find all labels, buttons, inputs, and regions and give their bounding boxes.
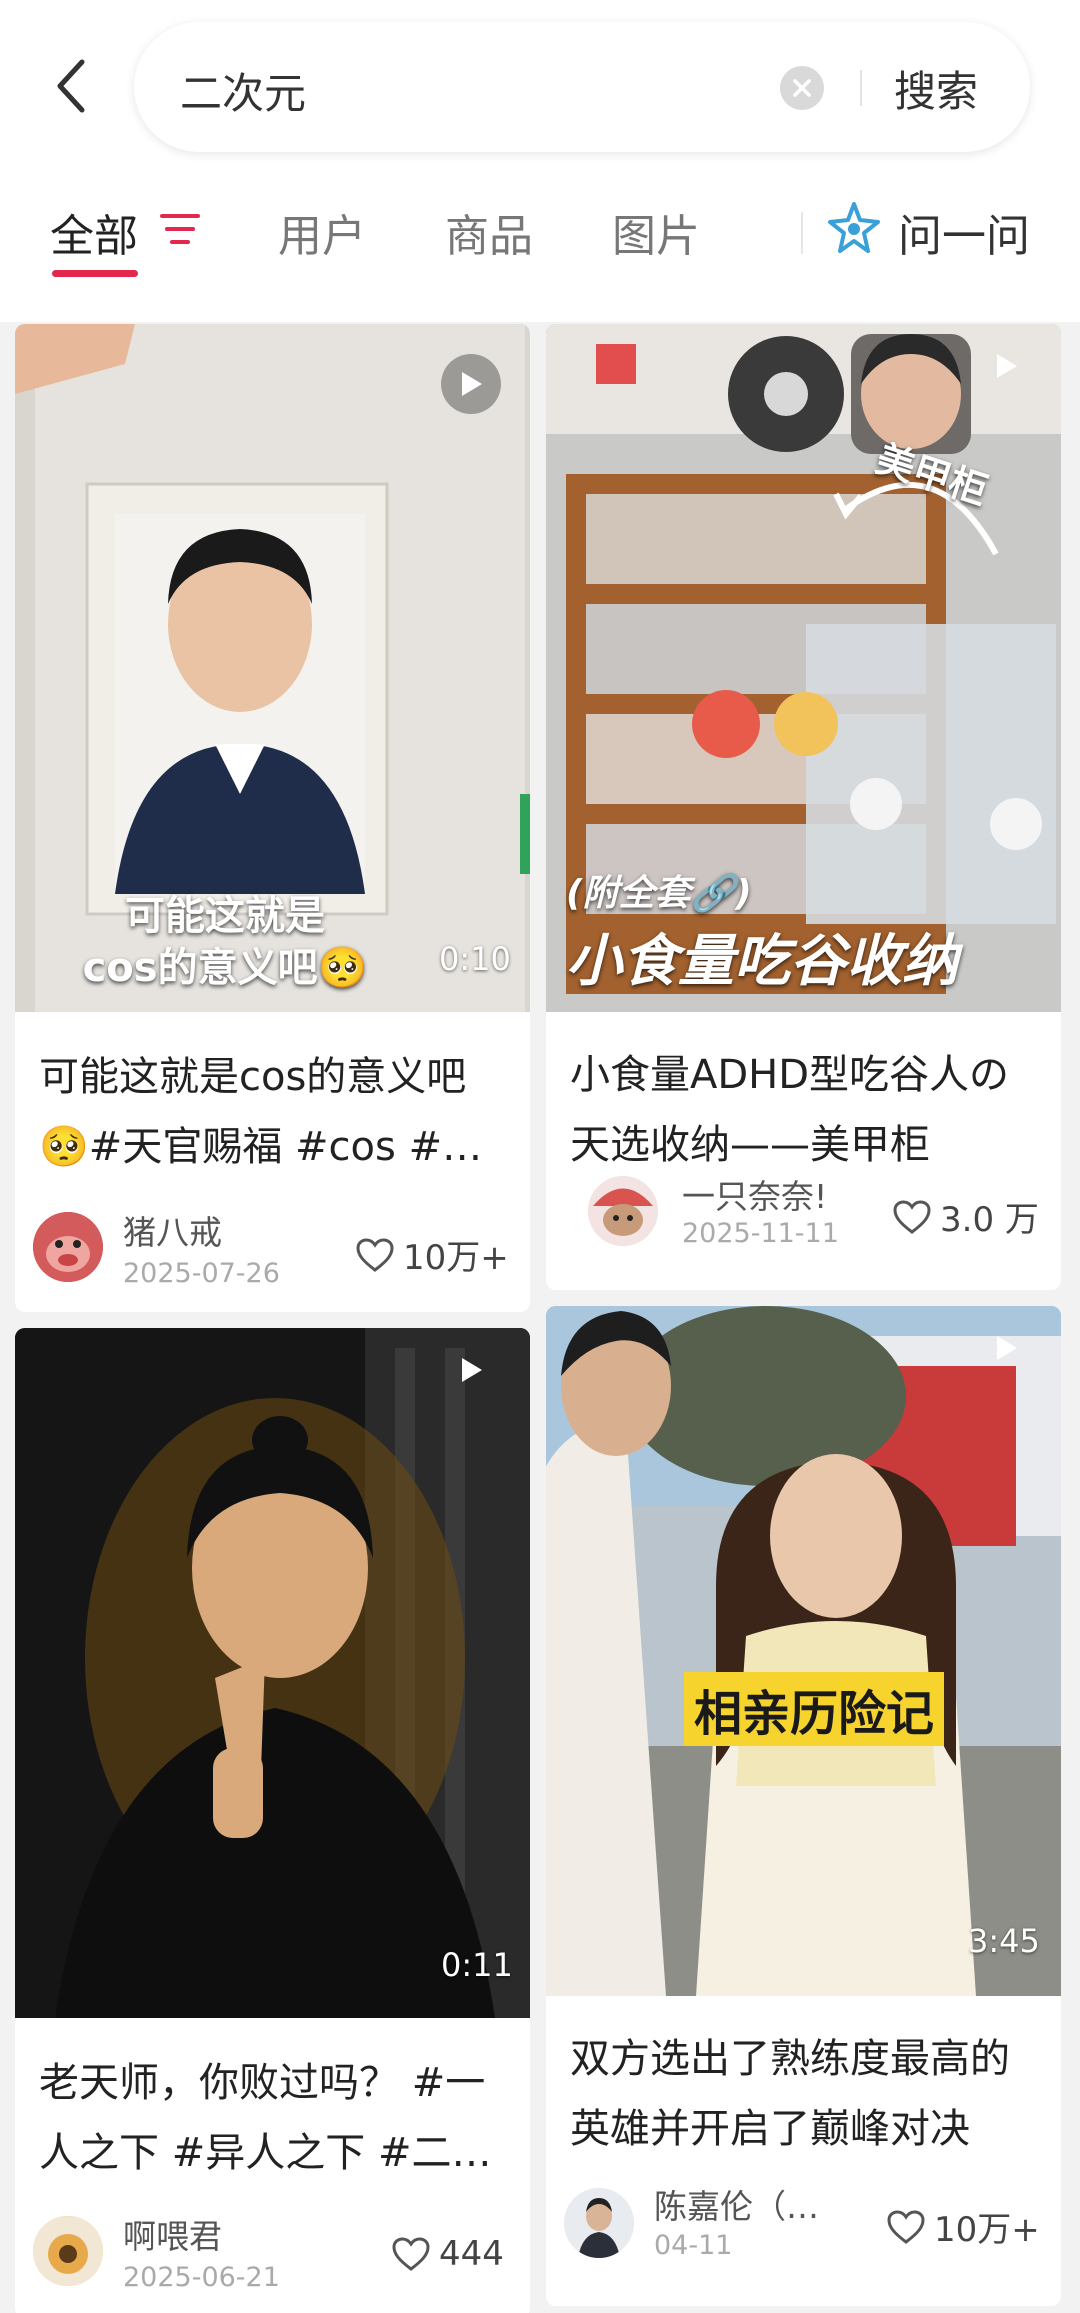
thumbnail-image xyxy=(15,1328,530,2018)
play-button[interactable] xyxy=(976,1318,1036,1378)
result-card[interactable]: 美甲柜 (附全套🔗) 小食量吃谷收纳 小食量ADHD型吃谷人の天选收纳——美甲柜… xyxy=(546,324,1061,1290)
like-count[interactable]: 10万+ xyxy=(355,1230,509,1279)
author-name[interactable]: 猪八戒 xyxy=(123,1206,283,1254)
tab-images[interactable]: 图片 xyxy=(612,200,700,264)
ask-ai-label[interactable]: 问一问 xyxy=(898,200,1030,264)
video-thumbnail[interactable]: 相亲历险记 3:45 xyxy=(546,1306,1061,1996)
chevron-left-icon xyxy=(57,59,85,113)
play-icon xyxy=(462,372,482,396)
video-thumbnail[interactable]: 可能这就是 cos的意义吧🥺 0:10 xyxy=(15,324,530,1012)
like-count-value: 10万+ xyxy=(934,2210,1040,2250)
heart-icon xyxy=(356,1237,394,1272)
play-icon xyxy=(462,1358,482,1382)
card-title[interactable]: 双方选出了熟练度最高的英雄并开启了巅峰对决 xyxy=(570,2024,1046,2164)
post-date: 2025-06-21 xyxy=(123,2262,280,2293)
thumbnail-image xyxy=(546,1306,1061,1996)
heart-icon xyxy=(887,2209,925,2244)
card-title[interactable]: 小食量ADHD型吃谷人の天选收纳——美甲柜 xyxy=(570,1040,1046,1180)
avatar-image xyxy=(33,2216,103,2286)
avatar[interactable] xyxy=(564,2188,634,2258)
ask-ai-icon[interactable] xyxy=(826,200,882,256)
video-caption-line1: 可能这就是 xyxy=(125,893,325,939)
tab-all[interactable]: 全部 xyxy=(50,200,138,264)
video-caption-line2: cos的意义吧🥺 xyxy=(82,945,368,991)
video-thumbnail[interactable]: 0:11 xyxy=(15,1328,530,2018)
author-name[interactable]: 陈嘉伦（… xyxy=(654,2180,844,2228)
video-duration: 0:10 xyxy=(439,940,511,978)
search-button[interactable]: 搜索 xyxy=(894,58,978,119)
overlay-title: 小食量吃谷收纳 xyxy=(566,929,958,994)
search-query[interactable]: 二次元 xyxy=(180,60,306,121)
heart-icon xyxy=(392,2237,430,2271)
like-count[interactable]: 10万+ xyxy=(886,2202,1040,2251)
result-card[interactable]: 0:11 老天师，你败过吗？ #一人之下 #异人之下 #二次元 啊喂君 2025… xyxy=(15,1328,530,2313)
play-icon xyxy=(997,1336,1017,1360)
tab-active-indicator xyxy=(52,270,138,277)
post-date: 04-11 xyxy=(654,2230,733,2261)
avatar-image xyxy=(33,1212,103,1282)
tab-products[interactable]: 商品 xyxy=(445,200,533,264)
heart-icon xyxy=(893,1199,931,1234)
card-title[interactable]: 老天师，你败过吗？ #一人之下 #异人之下 #二次元 xyxy=(39,2048,515,2188)
avatar-image xyxy=(588,1176,658,1246)
clear-button[interactable] xyxy=(780,66,824,110)
avatar[interactable] xyxy=(33,2216,103,2286)
tab-users[interactable]: 用户 xyxy=(278,200,366,264)
back-button[interactable] xyxy=(40,50,100,122)
tab-separator xyxy=(801,212,803,254)
like-count[interactable]: 444 xyxy=(391,2234,504,2274)
like-count[interactable]: 3.0 万 xyxy=(892,1192,1039,1241)
video-thumbnail[interactable]: 美甲柜 (附全套🔗) 小食量吃谷收纳 xyxy=(546,324,1061,1012)
post-date: 2025-07-26 xyxy=(123,1258,280,1289)
search-input[interactable]: 二次元 搜索 xyxy=(134,22,1030,152)
play-button[interactable] xyxy=(976,336,1036,396)
overlay-subtitle: (附全套🔗) xyxy=(566,873,752,914)
like-count-value: 10万+ xyxy=(403,1238,509,1278)
result-card[interactable]: 可能这就是 cos的意义吧🥺 0:10 可能这就是cos的意义吧🥺#天官赐福 #… xyxy=(15,324,530,1312)
video-duration: 3:45 xyxy=(968,1922,1040,1960)
play-button[interactable] xyxy=(441,1340,501,1400)
author-name[interactable]: 啊喂君 xyxy=(123,2210,283,2258)
post-date: 2025-11-11 xyxy=(682,1218,839,1249)
filter-icon[interactable] xyxy=(160,212,200,248)
avatar[interactable] xyxy=(588,1176,658,1246)
header: 二次元 搜索 全部 用户 商品 图片 问一问 xyxy=(0,0,1080,322)
video-duration: 0:11 xyxy=(441,1946,513,1984)
author-name[interactable]: 一只奈奈! xyxy=(682,1170,842,1218)
like-count-value: 3.0 万 xyxy=(940,1200,1039,1240)
close-icon xyxy=(793,79,811,97)
play-button[interactable] xyxy=(441,354,501,414)
result-card[interactable]: 相亲历险记 3:45 双方选出了熟练度最高的英雄并开启了巅峰对决 陈嘉伦（… 0… xyxy=(546,1306,1061,2306)
search-divider xyxy=(860,70,862,106)
like-count-value: 444 xyxy=(439,2234,504,2274)
avatar[interactable] xyxy=(33,1212,103,1282)
avatar-image xyxy=(564,2188,634,2258)
play-icon xyxy=(997,354,1017,378)
overlay-title: 相亲历险记 xyxy=(684,1672,945,1746)
card-title[interactable]: 可能这就是cos的意义吧🥺#天官赐福 #cos #二次元 xyxy=(39,1042,515,1182)
